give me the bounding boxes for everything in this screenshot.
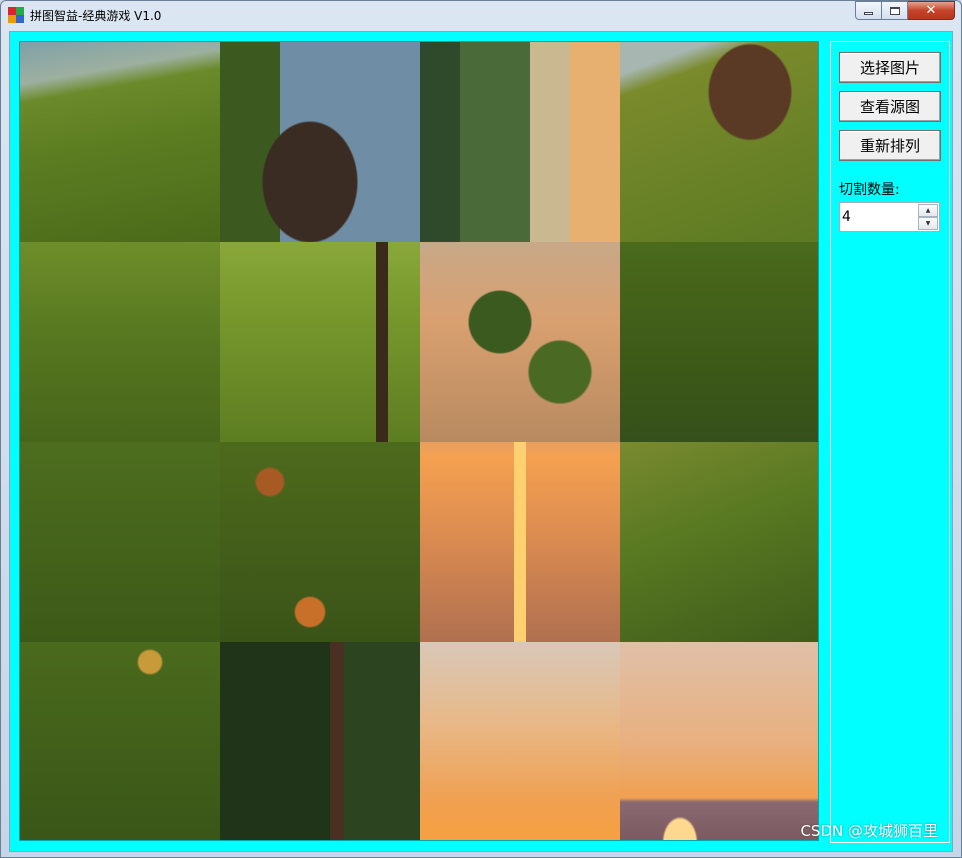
maximize-button[interactable] <box>882 1 908 20</box>
puzzle-tile[interactable] <box>620 242 818 442</box>
split-count-label: 切割数量: <box>839 182 900 198</box>
puzzle-tile[interactable] <box>620 642 818 840</box>
puzzle-tile[interactable] <box>20 442 220 642</box>
spinner-arrows: ▲ ▼ <box>918 204 938 230</box>
puzzle-tile[interactable] <box>220 242 420 442</box>
window-title: 拼图智益-经典游戏 V1.0 <box>30 9 162 23</box>
arrow-down-icon: ▼ <box>925 220 931 227</box>
choose-image-button[interactable]: 选择图片 <box>839 52 941 83</box>
split-count-input[interactable] <box>842 206 914 228</box>
puzzle-tile[interactable] <box>420 242 620 442</box>
app-icon <box>8 7 24 23</box>
app-window: 拼图智益-经典游戏 V1.0 ✕ 选择图片 查看源图 重新排列 切割数量: ▲ … <box>0 0 962 858</box>
close-button[interactable]: ✕ <box>908 1 955 20</box>
caption-buttons: ✕ <box>855 1 955 21</box>
puzzle-board <box>19 41 819 841</box>
puzzle-tile[interactable] <box>420 642 620 840</box>
puzzle-tile[interactable] <box>220 42 420 242</box>
puzzle-tile[interactable] <box>220 642 420 840</box>
puzzle-tile[interactable] <box>420 42 620 242</box>
spin-up-button[interactable]: ▲ <box>918 204 938 217</box>
puzzle-tile[interactable] <box>620 42 818 242</box>
arrow-up-icon: ▲ <box>925 207 931 214</box>
puzzle-tile[interactable] <box>220 442 420 642</box>
view-source-button[interactable]: 查看源图 <box>839 91 941 122</box>
close-icon: ✕ <box>925 3 937 18</box>
puzzle-tile[interactable] <box>20 42 220 242</box>
puzzle-tile[interactable] <box>20 242 220 442</box>
side-panel: 选择图片 查看源图 重新排列 切割数量: ▲ ▼ <box>830 41 950 843</box>
maximize-icon <box>889 6 900 15</box>
reshuffle-button[interactable]: 重新排列 <box>839 130 941 161</box>
minimize-icon <box>864 12 873 15</box>
minimize-button[interactable] <box>855 1 882 20</box>
puzzle-tile[interactable] <box>620 442 818 642</box>
watermark: CSDN @攻城狮百里 <box>800 822 938 840</box>
puzzle-tile[interactable] <box>420 442 620 642</box>
title-bar[interactable]: 拼图智益-经典游戏 V1.0 ✕ <box>1 1 961 29</box>
spin-down-button[interactable]: ▼ <box>918 217 938 230</box>
client-area: 选择图片 查看源图 重新排列 切割数量: ▲ ▼ CSDN @攻城狮百里 <box>9 31 953 852</box>
split-count-spinner: ▲ ▼ <box>839 202 940 232</box>
puzzle-tile[interactable] <box>20 642 220 840</box>
